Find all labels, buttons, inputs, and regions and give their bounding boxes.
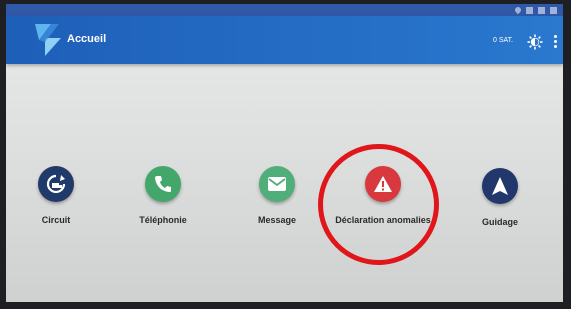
mail-icon [259,166,295,202]
page-title: Accueil [67,33,107,45]
telephonie-label: Téléphonie [139,215,187,225]
app-logo-icon [35,24,61,56]
menu-item-message[interactable]: Message [227,166,327,225]
menu-item-guidage[interactable]: Guidage [450,168,550,227]
wifi-icon [526,6,533,14]
status-bar [6,4,563,16]
phone-icon [145,166,181,202]
app-bar: Accueil 0 SAT. [6,16,563,64]
location-icon [513,5,523,15]
signal-icon [538,6,545,14]
navigation-arrow-icon [482,168,518,204]
guidage-label: Guidage [481,217,518,227]
message-label: Message [257,215,297,225]
overflow-menu-icon[interactable] [554,35,558,49]
battery-icon [550,6,557,14]
status-icons [513,5,557,15]
brightness-icon[interactable] [527,34,543,50]
menu-item-circuit[interactable]: Circuit [6,166,106,225]
menu-item-telephonie[interactable]: Téléphonie [113,166,213,225]
satellite-count: 0 SAT. [493,37,514,44]
red-highlight-circle [318,144,439,265]
circuit-label: Circuit [41,215,71,225]
circuit-icon [38,166,74,202]
tablet-screen: Accueil 0 SAT. Circuit Téléphonie Messag… [6,4,563,302]
